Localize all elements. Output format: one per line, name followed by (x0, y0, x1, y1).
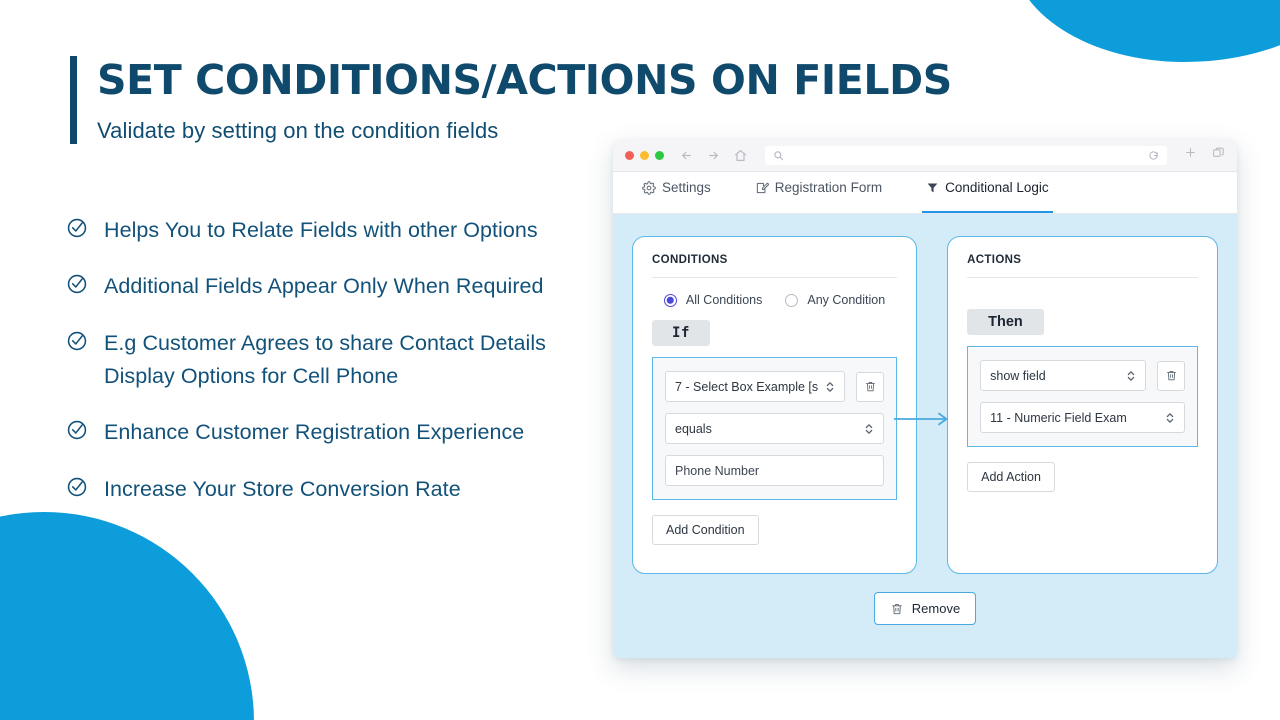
if-chip: If (652, 320, 711, 346)
actions-panel-title: ACTIONS (967, 254, 1198, 278)
condition-rule-block: 7 - Select Box Example [s equals Phone N… (652, 357, 898, 500)
maximize-dot-green[interactable] (655, 150, 664, 160)
gear-icon (642, 180, 656, 195)
tab-conditional-logic[interactable]: Conditional Logic (922, 172, 1053, 213)
radio-all-conditions-label: All Conditions (685, 293, 763, 307)
chevron-updown-icon (825, 380, 835, 394)
browser-chrome-toolbar (613, 139, 1237, 172)
app-tab-bar: Settings Registration Form Conditional L… (613, 172, 1237, 214)
list-item: Increase Your Store Conversion Rate (66, 473, 606, 506)
circle-check-icon (66, 476, 88, 498)
delete-condition-button[interactable] (856, 371, 885, 402)
condition-value-input[interactable] (665, 455, 885, 486)
search-icon (773, 150, 784, 161)
condition-operator-row: equals (665, 413, 885, 444)
radio-all-conditions[interactable] (663, 293, 677, 307)
delete-action-button[interactable] (1157, 360, 1185, 391)
chevron-updown-icon (864, 422, 874, 436)
browser-nav-icons (680, 149, 747, 162)
action-target-select-value: 11 - Numeric Field Exam (990, 410, 1127, 425)
browser-right-icons (1184, 146, 1225, 164)
duplicate-window-icon[interactable] (1212, 146, 1225, 164)
new-tab-plus-icon[interactable] (1184, 146, 1197, 164)
tab-registration-form[interactable]: Registration Form (751, 172, 886, 213)
condition-operator-select-value: equals (675, 421, 712, 436)
browser-window-mockup: Settings Registration Form Conditional L… (613, 139, 1237, 658)
condition-field-select[interactable]: 7 - Select Box Example [s (665, 371, 846, 402)
slide-content-column: SET CONDITIONS/ACTIONS ON FIELDS Validat… (0, 0, 952, 720)
action-target-select[interactable]: 11 - Numeric Field Exam (980, 402, 1185, 433)
filter-funnel-icon (926, 181, 939, 194)
condition-field-row: 7 - Select Box Example [s (665, 371, 885, 402)
trash-icon (890, 602, 904, 616)
address-bar[interactable] (765, 145, 1167, 165)
conditions-panel-title: CONDITIONS (652, 254, 898, 278)
window-controls (625, 150, 664, 160)
add-action-button[interactable]: Add Action (967, 462, 1055, 492)
list-item: Helps You to Relate Fields with other Op… (66, 214, 606, 247)
circle-check-icon (66, 419, 88, 441)
action-target-row: 11 - Numeric Field Exam (980, 402, 1185, 433)
remove-button-label: Remove (911, 601, 961, 616)
add-action-label: Add Action (981, 470, 1041, 484)
edit-form-icon (755, 181, 769, 195)
chevron-updown-icon (1126, 369, 1136, 383)
home-icon[interactable] (734, 149, 747, 162)
feature-bullet-list: Helps You to Relate Fields with other Op… (66, 214, 606, 529)
forward-arrow-icon[interactable] (707, 149, 720, 162)
back-arrow-icon[interactable] (680, 149, 693, 162)
minimize-dot-yellow[interactable] (640, 150, 649, 160)
action-type-select-value: show field (990, 368, 1046, 383)
remove-rule-bar: Remove (632, 574, 1218, 625)
logic-panels: CONDITIONS All Conditions Any Condition … (632, 236, 1218, 574)
add-condition-button[interactable]: Add Condition (652, 515, 759, 545)
circle-check-icon (66, 273, 88, 295)
condition-operator-select[interactable]: equals (665, 413, 885, 444)
title-accent-bar (70, 56, 77, 145)
tab-label: Registration Form (774, 180, 883, 195)
reload-icon[interactable] (1148, 150, 1159, 161)
tab-settings[interactable]: Settings (638, 172, 715, 213)
page-title: SET CONDITIONS/ACTIONS ON FIELDS (97, 56, 952, 104)
action-rule-block: show field 11 - Numeric Field Exam (967, 346, 1198, 447)
action-type-select[interactable]: show field (980, 360, 1146, 391)
trash-icon (1165, 369, 1178, 382)
condition-field-select-value: 7 - Select Box Example [s (675, 379, 819, 394)
decorative-shape-top-right (1012, 0, 1280, 62)
actions-panel: ACTIONS Then show field 11 - Numeric Fie… (947, 236, 1218, 574)
conditions-panel: CONDITIONS All Conditions Any Condition … (632, 236, 918, 574)
list-item: Additional Fields Appear Only When Requi… (66, 270, 606, 303)
list-item-label: Helps You to Relate Fields with other Op… (104, 218, 538, 242)
close-dot-red[interactable] (625, 150, 634, 160)
list-item: E.g Customer Agrees to share Contact Det… (66, 327, 606, 394)
chevron-updown-icon (1165, 411, 1175, 425)
title-block: SET CONDITIONS/ACTIONS ON FIELDS Validat… (70, 56, 952, 145)
list-item: Enhance Customer Registration Experience (66, 416, 606, 449)
action-type-row: show field (980, 360, 1185, 391)
tab-label: Conditional Logic (945, 180, 1049, 195)
condition-match-mode-group: All Conditions Any Condition (652, 293, 897, 307)
radio-any-condition-label: Any Condition (807, 293, 886, 307)
then-chip: Then (967, 309, 1044, 335)
trash-icon (864, 380, 877, 393)
list-item-label: Enhance Customer Registration Experience (104, 420, 525, 445)
circle-check-icon (66, 217, 88, 239)
condition-value-row (665, 455, 885, 486)
circle-check-icon (66, 330, 88, 352)
conditional-logic-canvas: CONDITIONS All Conditions Any Condition … (613, 214, 1237, 658)
add-condition-label: Add Condition (666, 523, 745, 537)
list-item-label: Increase Your Store Conversion Rate (104, 476, 461, 501)
radio-any-condition[interactable] (785, 293, 799, 307)
list-item-label: E.g Customer Agrees to share Contact Det… (104, 330, 546, 388)
tab-label: Settings (662, 180, 711, 195)
remove-button[interactable]: Remove (873, 592, 977, 625)
list-item-label: Additional Fields Appear Only When Requi… (104, 274, 544, 299)
